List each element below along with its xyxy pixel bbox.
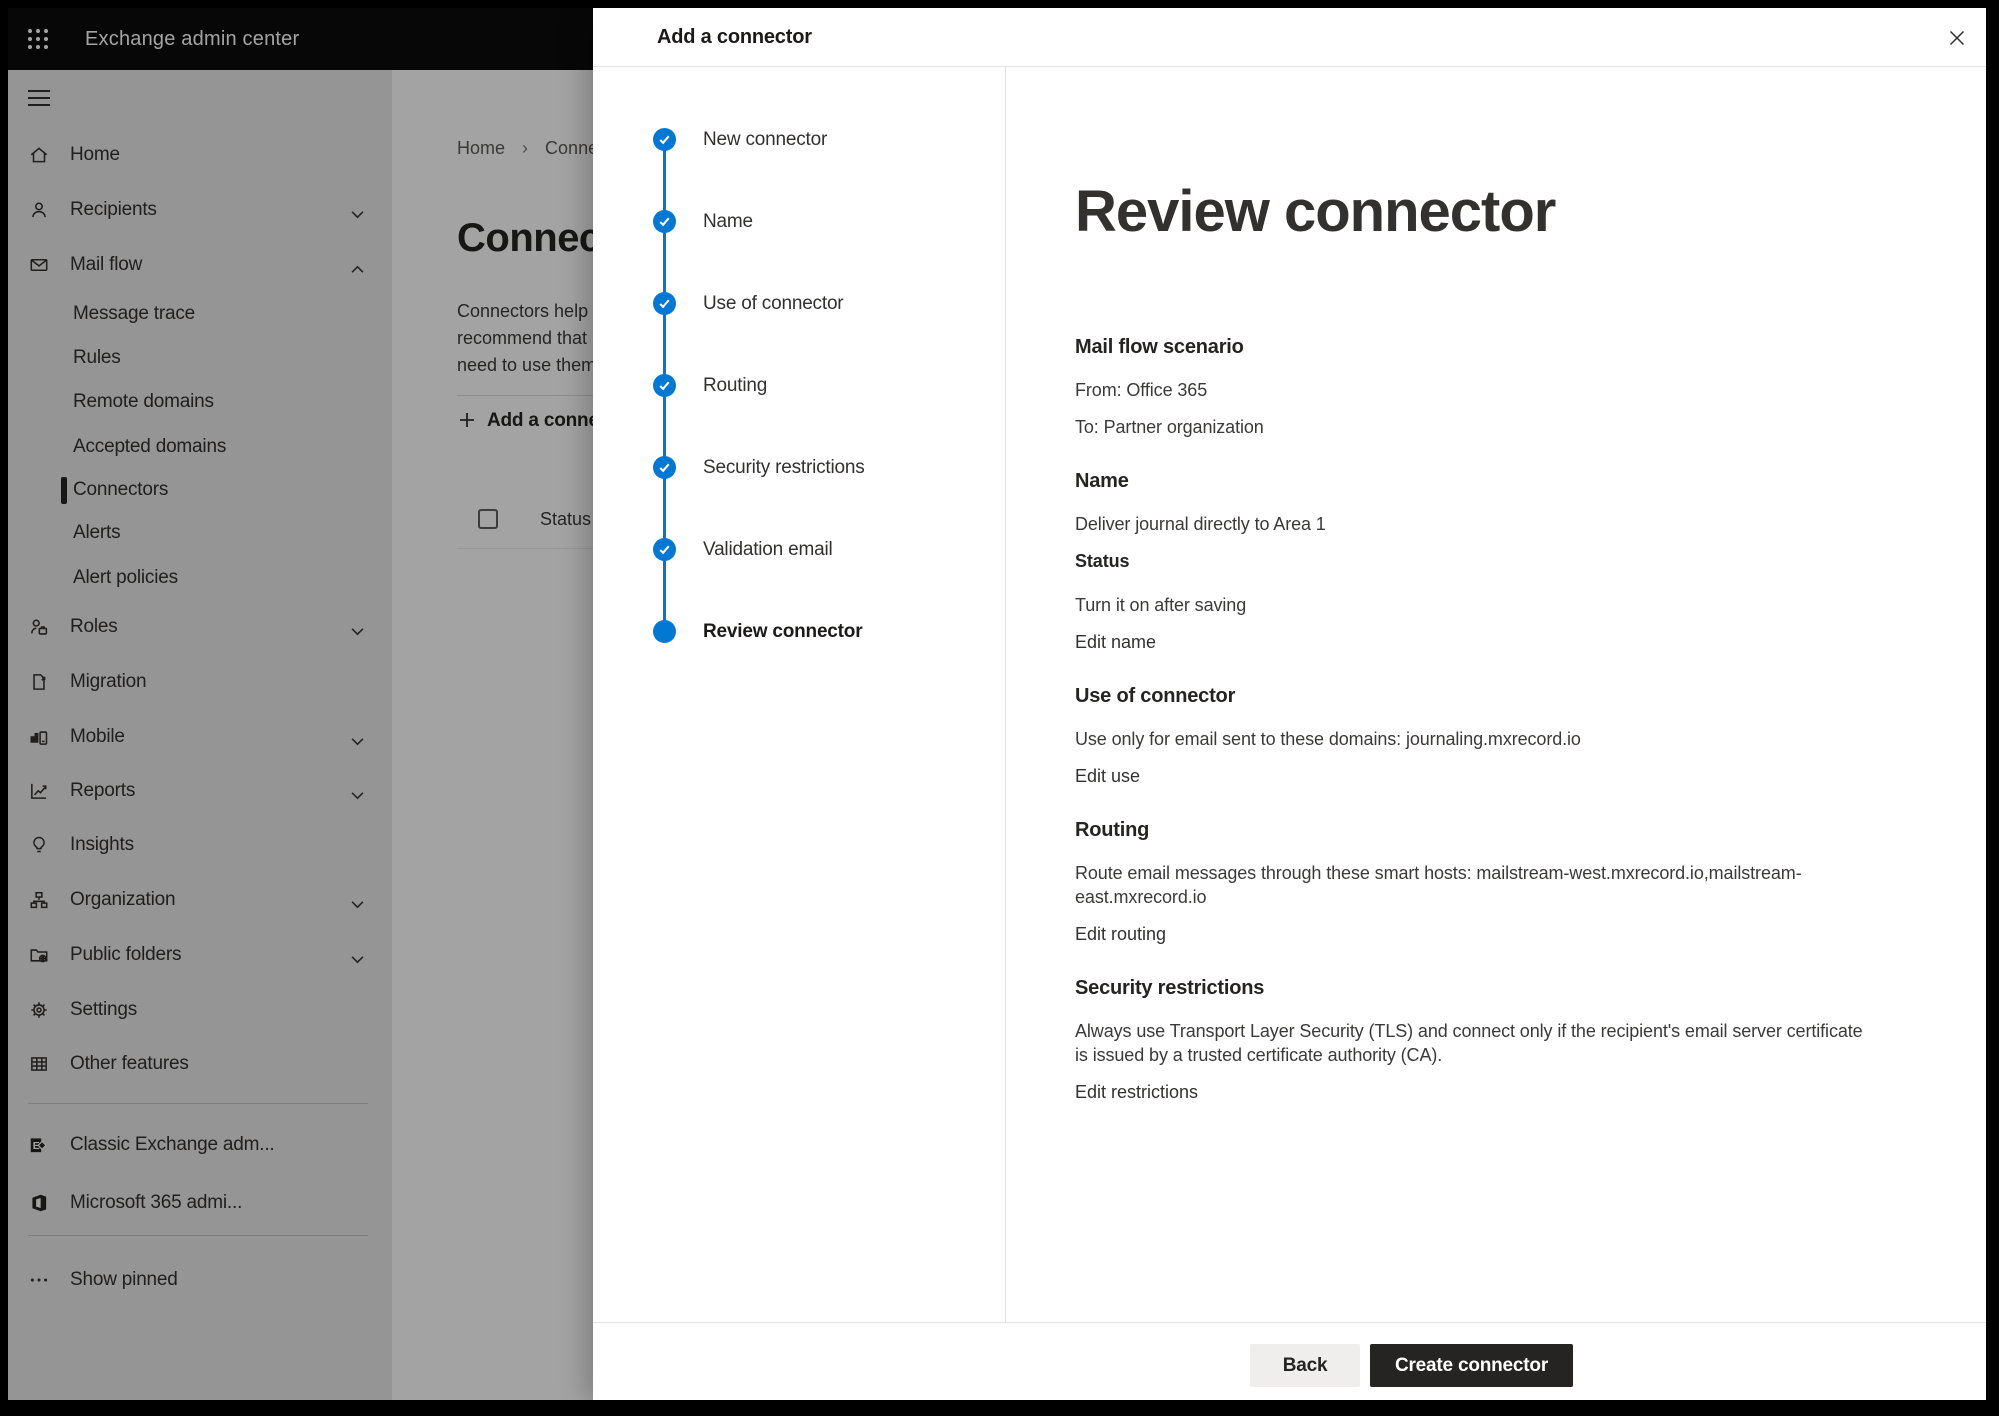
panel-header: Add a connector — [593, 8, 1986, 66]
create-connector-button[interactable]: Create connector — [1370, 1344, 1573, 1387]
screen: Exchange admin center Home Recipients — [0, 0, 1999, 1416]
section-heading: Name — [1075, 468, 1885, 494]
back-button[interactable]: Back — [1250, 1344, 1360, 1387]
security-restrictions-value: Always use Transport Layer Security (TLS… — [1075, 1019, 1865, 1067]
edit-restrictions-link[interactable]: Edit restrictions — [1075, 1080, 1198, 1104]
step-complete-icon — [653, 128, 676, 151]
step-complete-icon — [653, 374, 676, 397]
step-current-icon — [653, 620, 676, 643]
section-heading: Mail flow scenario — [1075, 334, 1885, 360]
step-use-of-connector[interactable]: Use of connector — [593, 292, 1005, 316]
step-complete-icon — [653, 292, 676, 315]
mail-flow-to: To: Partner organization — [1075, 415, 1865, 439]
edit-name-link[interactable]: Edit name — [1075, 630, 1156, 654]
review-heading: Review connector — [1075, 176, 1885, 248]
status-value: Turn it on after saving — [1075, 593, 1865, 617]
step-validation-email[interactable]: Validation email — [593, 538, 1005, 562]
add-connector-panel: Add a connector New connector Name — [593, 8, 1986, 1400]
step-review-connector[interactable]: Review connector — [593, 620, 1005, 644]
panel-vertical-divider — [1005, 67, 1006, 1322]
section-mail-flow-scenario: Mail flow scenario From: Office 365 To: … — [1075, 334, 1885, 439]
section-use-of-connector: Use of connector Use only for email sent… — [1075, 683, 1885, 788]
step-complete-icon — [653, 210, 676, 233]
step-routing[interactable]: Routing — [593, 374, 1005, 398]
section-heading: Use of connector — [1075, 683, 1885, 709]
section-name: Name Deliver journal directly to Area 1 … — [1075, 468, 1885, 654]
step-name[interactable]: Name — [593, 210, 1005, 234]
edit-use-link[interactable]: Edit use — [1075, 764, 1140, 788]
section-heading: Routing — [1075, 817, 1885, 843]
panel-footer-divider — [593, 1322, 1986, 1323]
panel-title: Add a connector — [657, 8, 812, 66]
mail-flow-from: From: Office 365 — [1075, 378, 1865, 402]
close-icon[interactable] — [1948, 29, 1966, 47]
step-complete-icon — [653, 538, 676, 561]
step-complete-icon — [653, 456, 676, 479]
routing-value: Route email messages through these smart… — [1075, 861, 1865, 909]
use-of-connector-value: Use only for email sent to these domains… — [1075, 727, 1865, 751]
step-security-restrictions[interactable]: Security restrictions — [593, 456, 1005, 480]
wizard-steps: New connector Name Use of connector Rout… — [593, 67, 1005, 1322]
connector-name-value: Deliver journal directly to Area 1 — [1075, 512, 1865, 536]
review-connector-content: Review connector Mail flow scenario From… — [1075, 67, 1885, 1133]
edit-routing-link[interactable]: Edit routing — [1075, 922, 1166, 946]
step-new-connector[interactable]: New connector — [593, 128, 1005, 152]
section-routing: Routing Route email messages through the… — [1075, 817, 1885, 946]
section-heading: Security restrictions — [1075, 975, 1885, 1001]
status-subheading: Status — [1075, 549, 1865, 573]
exchange-admin-center-window: Exchange admin center Home Recipients — [8, 8, 1986, 1400]
section-security-restrictions: Security restrictions Always use Transpo… — [1075, 975, 1885, 1104]
